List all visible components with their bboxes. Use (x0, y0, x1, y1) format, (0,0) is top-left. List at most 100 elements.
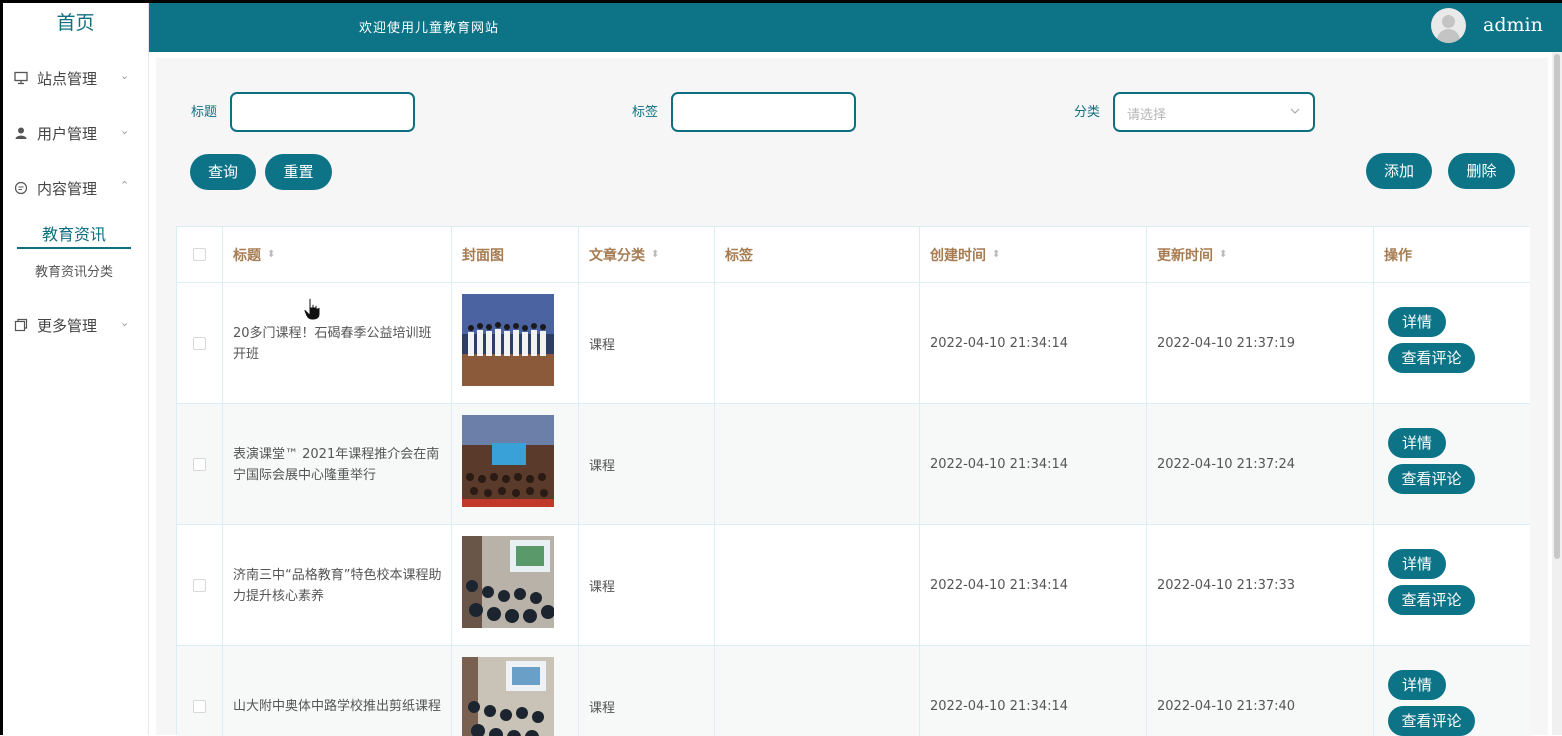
sort-icon[interactable]: ⬍ (992, 249, 1000, 260)
sidebar-item-more-management[interactable]: 更多管理 ⌄ (3, 310, 149, 340)
sidebar-item-label: 站点管理 (37, 69, 98, 88)
cover-image[interactable] (462, 415, 554, 507)
table-row: 表演课堂™ 2021年课程推介会在南宁国际会展中心隆重举行 课程 2022-04… (177, 404, 1530, 525)
username-label[interactable]: admin (1483, 14, 1543, 36)
table-header-created[interactable]: 创建时间 ⬍ (920, 227, 1147, 283)
detail-button[interactable]: 详情 (1388, 307, 1446, 337)
cover-cell (452, 646, 579, 736)
column-category-label: 文章分类 (589, 247, 645, 264)
view-comments-button[interactable]: 查看评论 (1388, 343, 1475, 373)
sidebar-item-user-management[interactable]: 用户管理 ⌄ (3, 118, 149, 148)
chevron-down-icon: ⌄ (120, 316, 130, 329)
top-header-bar: 欢迎使用儿童教育网站 admin (149, 3, 1562, 52)
table-row: 20多门课程！石碣春季公益培训班开班 课程 2022-04-10 21:34:1 (177, 283, 1530, 404)
article-title: 山大附中奥体中路学校推出剪纸课程 (233, 699, 442, 714)
select-all-checkbox[interactable] (193, 248, 206, 261)
sort-icon[interactable]: ⬍ (651, 249, 659, 260)
row-select-cell (177, 525, 223, 646)
column-tags-label: 标签 (725, 247, 753, 264)
detail-button[interactable]: 详情 (1388, 670, 1446, 700)
message-icon (13, 180, 29, 196)
updated-time-cell: 2022-04-10 21:37:40 (1147, 646, 1374, 736)
tags-cell (715, 646, 920, 736)
title-cell: 济南三中“品格教育”特色校本课程助力提升核心素养 (223, 525, 452, 646)
row-checkbox[interactable] (193, 458, 206, 471)
category-filter-label: 分类 (1074, 105, 1101, 120)
cover-image[interactable] (462, 657, 554, 736)
search-button[interactable]: 查询 (190, 154, 256, 190)
sort-icon[interactable]: ⬍ (1219, 249, 1227, 260)
tags-cell (715, 404, 920, 525)
actions-cell: 详情 查看评论 (1374, 404, 1530, 525)
detail-button[interactable]: 详情 (1388, 549, 1446, 579)
tags-cell (715, 283, 920, 404)
table-header-updated[interactable]: 更新时间 ⬍ (1147, 227, 1374, 283)
table-header-category[interactable]: 文章分类 ⬍ (579, 227, 715, 283)
avatar-head-shape (1442, 15, 1455, 28)
created-time-cell: 2022-04-10 21:34:14 (920, 525, 1147, 646)
monitor-icon (13, 70, 29, 86)
updated-time-cell: 2022-04-10 21:37:19 (1147, 283, 1374, 404)
created-time-cell: 2022-04-10 21:34:14 (920, 404, 1147, 525)
sort-icon[interactable]: ⬍ (267, 249, 275, 260)
updated-time-cell: 2022-04-10 21:37:24 (1147, 404, 1374, 525)
sidebar-subitem-news-category[interactable]: 教育资讯分类 (17, 262, 131, 284)
news-table: 标题 ⬍ 封面图 文章分类 ⬍ 标签 创建时间 ⬍ 更新时间 ⬍ 操作 20多门课程！石… (176, 226, 1530, 736)
cover-image[interactable] (462, 294, 554, 386)
created-time-cell: 2022-04-10 21:34:14 (920, 646, 1147, 736)
title-cell: 表演课堂™ 2021年课程推介会在南宁国际会展中心隆重举行 (223, 404, 452, 525)
row-checkbox[interactable] (193, 579, 206, 592)
row-checkbox[interactable] (193, 337, 206, 350)
cover-image[interactable] (462, 536, 554, 628)
detail-button[interactable]: 详情 (1388, 428, 1446, 458)
title-search-input[interactable] (230, 92, 415, 132)
chevron-down-icon: ⌄ (120, 69, 130, 82)
column-created-label: 创建时间 (930, 247, 986, 264)
created-time-cell: 2022-04-10 21:34:14 (920, 283, 1147, 404)
view-comments-button[interactable]: 查看评论 (1388, 585, 1475, 615)
sidebar: 首页 站点管理 ⌄ 用户管理 ⌄ 内容管理 ⌃ 教育资讯 教育资讯分类 更多管理… (3, 3, 149, 735)
title-cell: 山大附中奥体中路学校推出剪纸课程 (223, 646, 452, 736)
category-cell: 课程 (579, 525, 715, 646)
column-title-label: 标题 (233, 247, 261, 264)
category-cell: 课程 (579, 283, 715, 404)
sidebar-item-site-management[interactable]: 站点管理 ⌄ (3, 63, 149, 93)
welcome-text: 欢迎使用儿童教育网站 (359, 21, 500, 36)
avatar[interactable] (1431, 8, 1466, 43)
sidebar-item-label: 更多管理 (37, 316, 98, 335)
sidebar-item-content-management[interactable]: 内容管理 ⌃ (3, 173, 149, 203)
updated-time-cell: 2022-04-10 21:37:33 (1147, 525, 1374, 646)
view-comments-button[interactable]: 查看评论 (1388, 464, 1475, 494)
table-header-tags: 标签 (715, 227, 920, 283)
row-select-cell (177, 646, 223, 736)
table-header-select-all[interactable] (177, 227, 223, 283)
sidebar-subitem-education-news[interactable]: 教育资讯 (17, 223, 131, 249)
table-header-cover: 封面图 (452, 227, 579, 283)
category-select-placeholder: 请选择 (1127, 108, 1167, 123)
delete-button[interactable]: 删除 (1448, 153, 1515, 189)
view-comments-button[interactable]: 查看评论 (1388, 706, 1475, 736)
row-select-cell (177, 404, 223, 525)
tag-search-input[interactable] (671, 92, 856, 132)
row-checkbox[interactable] (193, 700, 206, 713)
add-button[interactable]: 添加 (1366, 153, 1432, 189)
category-select[interactable]: 请选择 (1113, 92, 1315, 132)
chevron-up-icon: ⌃ (120, 179, 130, 192)
sidebar-home-link[interactable]: 首页 (3, 3, 148, 43)
reset-button[interactable]: 重置 (265, 154, 332, 190)
actions-cell: 详情 查看评论 (1374, 525, 1530, 646)
avatar-body-shape (1437, 29, 1460, 43)
scrollbar-thumb[interactable] (1554, 54, 1560, 559)
category-cell: 课程 (579, 404, 715, 525)
vertical-scrollbar[interactable] (1552, 52, 1562, 735)
table-header-title[interactable]: 标题 ⬍ (223, 227, 452, 283)
actions-cell: 详情 查看评论 (1374, 646, 1530, 736)
hand-cursor-icon (303, 297, 321, 325)
column-cover-label: 封面图 (462, 247, 504, 264)
sidebar-item-label: 内容管理 (37, 179, 98, 198)
cover-cell (452, 283, 579, 404)
tag-filter-label: 标签 (632, 105, 659, 120)
user-icon (13, 125, 29, 141)
table-row: 济南三中“品格教育”特色校本课程助力提升核心素养 课程 2022-04-10 2… (177, 525, 1530, 646)
cover-cell (452, 525, 579, 646)
